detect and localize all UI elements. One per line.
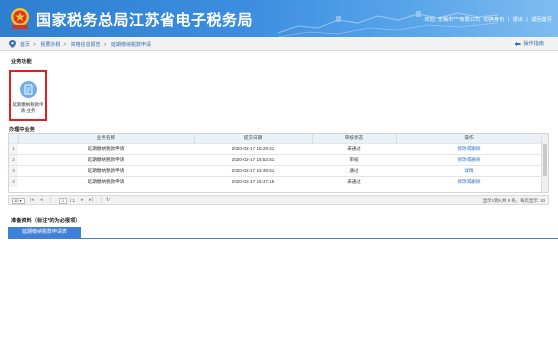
breadcrumb-tax[interactable]: 我要办税 [40,42,60,48]
pagination-bar: 10 ▾ |◂ ◂ | 1 / 1 ▸ ▸| | ↻ 显示1到5,共 5 条，每… [8,195,549,205]
card-label: 延期缴纳税款申请-业务 [12,102,44,113]
site-header: 国家税务总局江苏省电子税务局 欢迎, 无锡市***有限公司 切换身份 | 退出 … [0,0,558,37]
refresh-icon[interactable]: ↻ [106,197,110,203]
page-number-input[interactable]: 1 [59,197,67,204]
deferred-payment-card[interactable]: 延期缴纳税款申请-业务 [9,70,47,121]
records-title: 办理中业务 [9,127,35,133]
row-action-link[interactable]: 修改或删除 [396,175,542,187]
table-row: 1 延期缴纳税款申请 2020-02-17 16:29:21 未通过 修改或删除 [9,142,542,154]
table-row: 4 延期缴纳税款申请 2020-02-17 15:47:15 未通过 修改或删除 [9,175,542,187]
row-action-link[interactable]: 详情 [396,164,542,176]
deferred-payment-form-button[interactable]: 延期缴纳税款申请表 [8,227,81,238]
divider [8,238,558,239]
breadcrumb: 首页 > 我要办税 > 资格信息报告 > 延期缴纳税款申请 操作指南 [0,37,558,51]
exit-link[interactable]: 退出 [513,17,523,23]
col-business-name: 业务名称 [18,134,195,143]
operation-guide-link[interactable]: 操作指南 [514,40,544,47]
table-scrollbar[interactable] [541,134,548,192]
breadcrumb-qualification[interactable]: 资格信息报告 [71,42,101,48]
guide-icon [514,41,521,46]
first-page-icon[interactable]: |◂ [30,197,34,203]
page-size-select[interactable]: 10 ▾ [12,197,25,204]
total-pages: / 1 [70,198,76,203]
document-icon [20,81,37,98]
last-page-icon[interactable]: ▸| [89,197,93,203]
user-bar: 欢迎, 无锡市***有限公司 切换身份 | 退出 | 返回首页 [424,17,552,23]
col-review-status: 审核状态 [312,134,397,143]
switch-identity-link[interactable]: 切换身份 [484,17,505,23]
table-header: 业务名称 提交日期 审核状态 操作 [9,134,543,143]
prev-page-icon[interactable]: ◂ [40,197,43,203]
col-submit-date: 提交日期 [194,134,313,143]
pagination-info: 显示1到5,共 5 条，每页显示: 10 [482,198,545,203]
breadcrumb-home[interactable]: 首页 [20,42,30,48]
table-row: 3 延期缴纳税款申请 2020-02-17 15:48:51 通过 详情 [9,164,542,176]
col-operation: 操作 [396,134,543,143]
breadcrumb-current: 延期缴纳税款申请 [110,42,151,48]
functions-title: 业务功能 [11,59,32,65]
user-greeting: 欢迎, 无锡市***有限公司 [424,17,481,23]
records-table: 业务名称 提交日期 审核状态 操作 1 延期缴纳税款申请 2020-02-17 … [8,133,549,193]
materials-title: 准备资料（标注*的为必报项） [11,218,81,224]
tax-emblem-icon [11,8,29,29]
next-page-icon[interactable]: ▸ [81,197,84,203]
table-row: 2 延期缴纳税款申请 2020-02-17 15:52:51 审核 修改或删除 [9,153,542,165]
row-action-link[interactable]: 修改或删除 [396,142,542,154]
home-link[interactable]: 返回首页 [531,17,552,23]
site-title: 国家税务总局江苏省电子税务局 [36,12,254,29]
scrollbar-thumb[interactable] [543,144,547,176]
row-action-link[interactable]: 修改或删除 [396,153,542,165]
location-pin-icon [9,40,16,48]
